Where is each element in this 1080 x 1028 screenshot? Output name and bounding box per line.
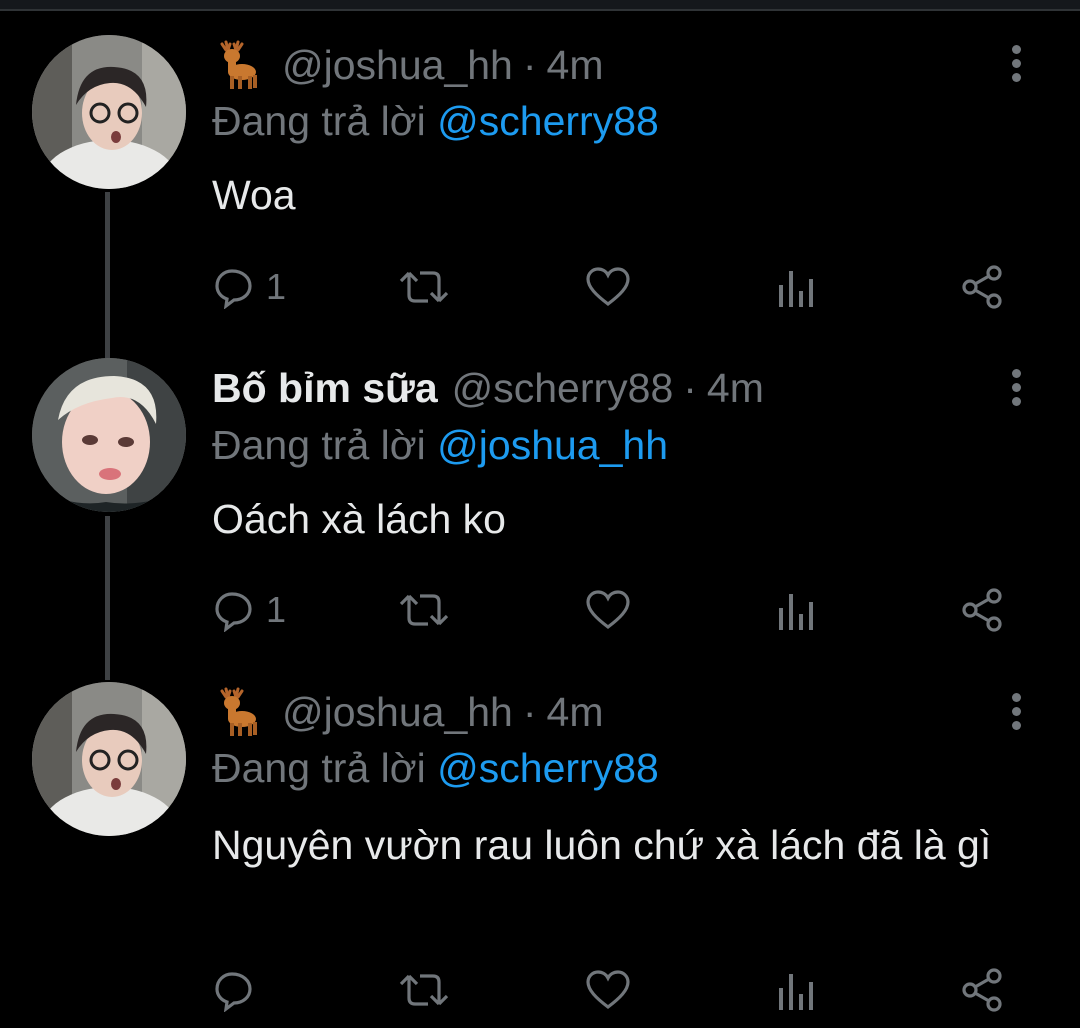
analytics-icon bbox=[779, 974, 813, 1010]
reply-button[interactable] bbox=[212, 965, 256, 1015]
replying-to: Đang trả lời @joshua_hh bbox=[212, 422, 668, 469]
display-name[interactable]: Bố bỉm sữa bbox=[212, 365, 438, 412]
share-icon bbox=[962, 588, 1002, 632]
tweet-actions: 1 bbox=[212, 585, 1032, 635]
avatar[interactable] bbox=[32, 682, 186, 836]
like-icon bbox=[586, 267, 630, 307]
like-icon bbox=[586, 590, 630, 630]
separator: · bbox=[522, 41, 537, 88]
retweet-icon bbox=[399, 271, 449, 303]
tweet-text: Nguyên vườn rau luôn chứ xà lách đã là g… bbox=[212, 822, 992, 868]
top-divider bbox=[0, 0, 1080, 11]
reply-button[interactable]: 1 bbox=[212, 262, 286, 312]
timestamp[interactable]: 4m bbox=[547, 42, 604, 89]
share-button[interactable] bbox=[960, 262, 1006, 312]
reply-icon bbox=[215, 592, 252, 632]
retweet-button[interactable] bbox=[398, 965, 450, 1015]
share-button[interactable] bbox=[960, 965, 1006, 1015]
reply-count: 1 bbox=[266, 266, 287, 307]
retweet-button[interactable] bbox=[398, 585, 450, 635]
reply-icon bbox=[215, 269, 252, 309]
more-icon[interactable] bbox=[1004, 690, 1028, 740]
analytics-button[interactable] bbox=[776, 262, 816, 312]
share-icon bbox=[962, 265, 1002, 309]
retweet-icon bbox=[399, 594, 449, 626]
avatar[interactable] bbox=[32, 35, 186, 189]
replying-prefix: Đang trả lời bbox=[212, 422, 426, 468]
user-handle[interactable]: @joshua_hh bbox=[282, 42, 513, 89]
replying-prefix: Đang trả lời bbox=[212, 98, 426, 144]
analytics-icon bbox=[779, 594, 813, 630]
reply-button[interactable]: 1 bbox=[212, 585, 286, 635]
tweet-header: @joshua_hh · 4m bbox=[212, 682, 603, 742]
like-button[interactable] bbox=[584, 585, 632, 635]
timestamp[interactable]: 4m bbox=[707, 365, 764, 412]
tweet-actions: 1 bbox=[212, 262, 1032, 312]
avatar-image bbox=[32, 682, 186, 836]
retweet-button[interactable] bbox=[398, 262, 450, 312]
replying-to: Đang trả lời @scherry88 bbox=[212, 745, 659, 792]
timestamp[interactable]: 4m bbox=[547, 689, 604, 736]
user-handle[interactable]: @joshua_hh bbox=[282, 689, 513, 736]
retweet-icon bbox=[399, 974, 449, 1006]
mention-link[interactable]: @scherry88 bbox=[437, 745, 659, 791]
deer-emoji-icon bbox=[212, 40, 260, 90]
reply-icon bbox=[215, 972, 252, 1012]
avatar-image bbox=[32, 358, 186, 512]
like-button[interactable] bbox=[584, 262, 632, 312]
tweet-actions bbox=[212, 965, 1032, 1015]
share-icon bbox=[962, 968, 1002, 1012]
separator: · bbox=[683, 364, 697, 411]
deer-emoji-icon bbox=[212, 687, 260, 737]
avatar-image bbox=[32, 35, 186, 189]
replying-prefix: Đang trả lời bbox=[212, 745, 426, 791]
mention-link[interactable]: @scherry88 bbox=[437, 98, 659, 144]
user-handle[interactable]: @scherry88 bbox=[452, 365, 674, 412]
separator: · bbox=[522, 688, 537, 735]
tweet-text: Woa bbox=[212, 172, 296, 218]
tweet-header: Bố bỉm sữa @scherry88 · 4m bbox=[212, 358, 764, 418]
thread-line bbox=[105, 192, 110, 358]
like-button[interactable] bbox=[584, 965, 632, 1015]
analytics-button[interactable] bbox=[776, 965, 816, 1015]
replying-to: Đang trả lời @scherry88 bbox=[212, 98, 659, 145]
reply-count: 1 bbox=[266, 589, 287, 630]
analytics-button[interactable] bbox=[776, 585, 816, 635]
more-icon[interactable] bbox=[1004, 42, 1028, 92]
like-icon bbox=[586, 970, 630, 1010]
more-icon[interactable] bbox=[1004, 366, 1028, 416]
avatar[interactable] bbox=[32, 358, 186, 512]
thread-line bbox=[105, 516, 110, 680]
share-button[interactable] bbox=[960, 585, 1006, 635]
analytics-icon bbox=[779, 271, 813, 307]
tweet-text: Oách xà lách ko bbox=[212, 496, 506, 542]
mention-link[interactable]: @joshua_hh bbox=[437, 422, 668, 468]
tweet-header: @joshua_hh · 4m bbox=[212, 35, 603, 95]
